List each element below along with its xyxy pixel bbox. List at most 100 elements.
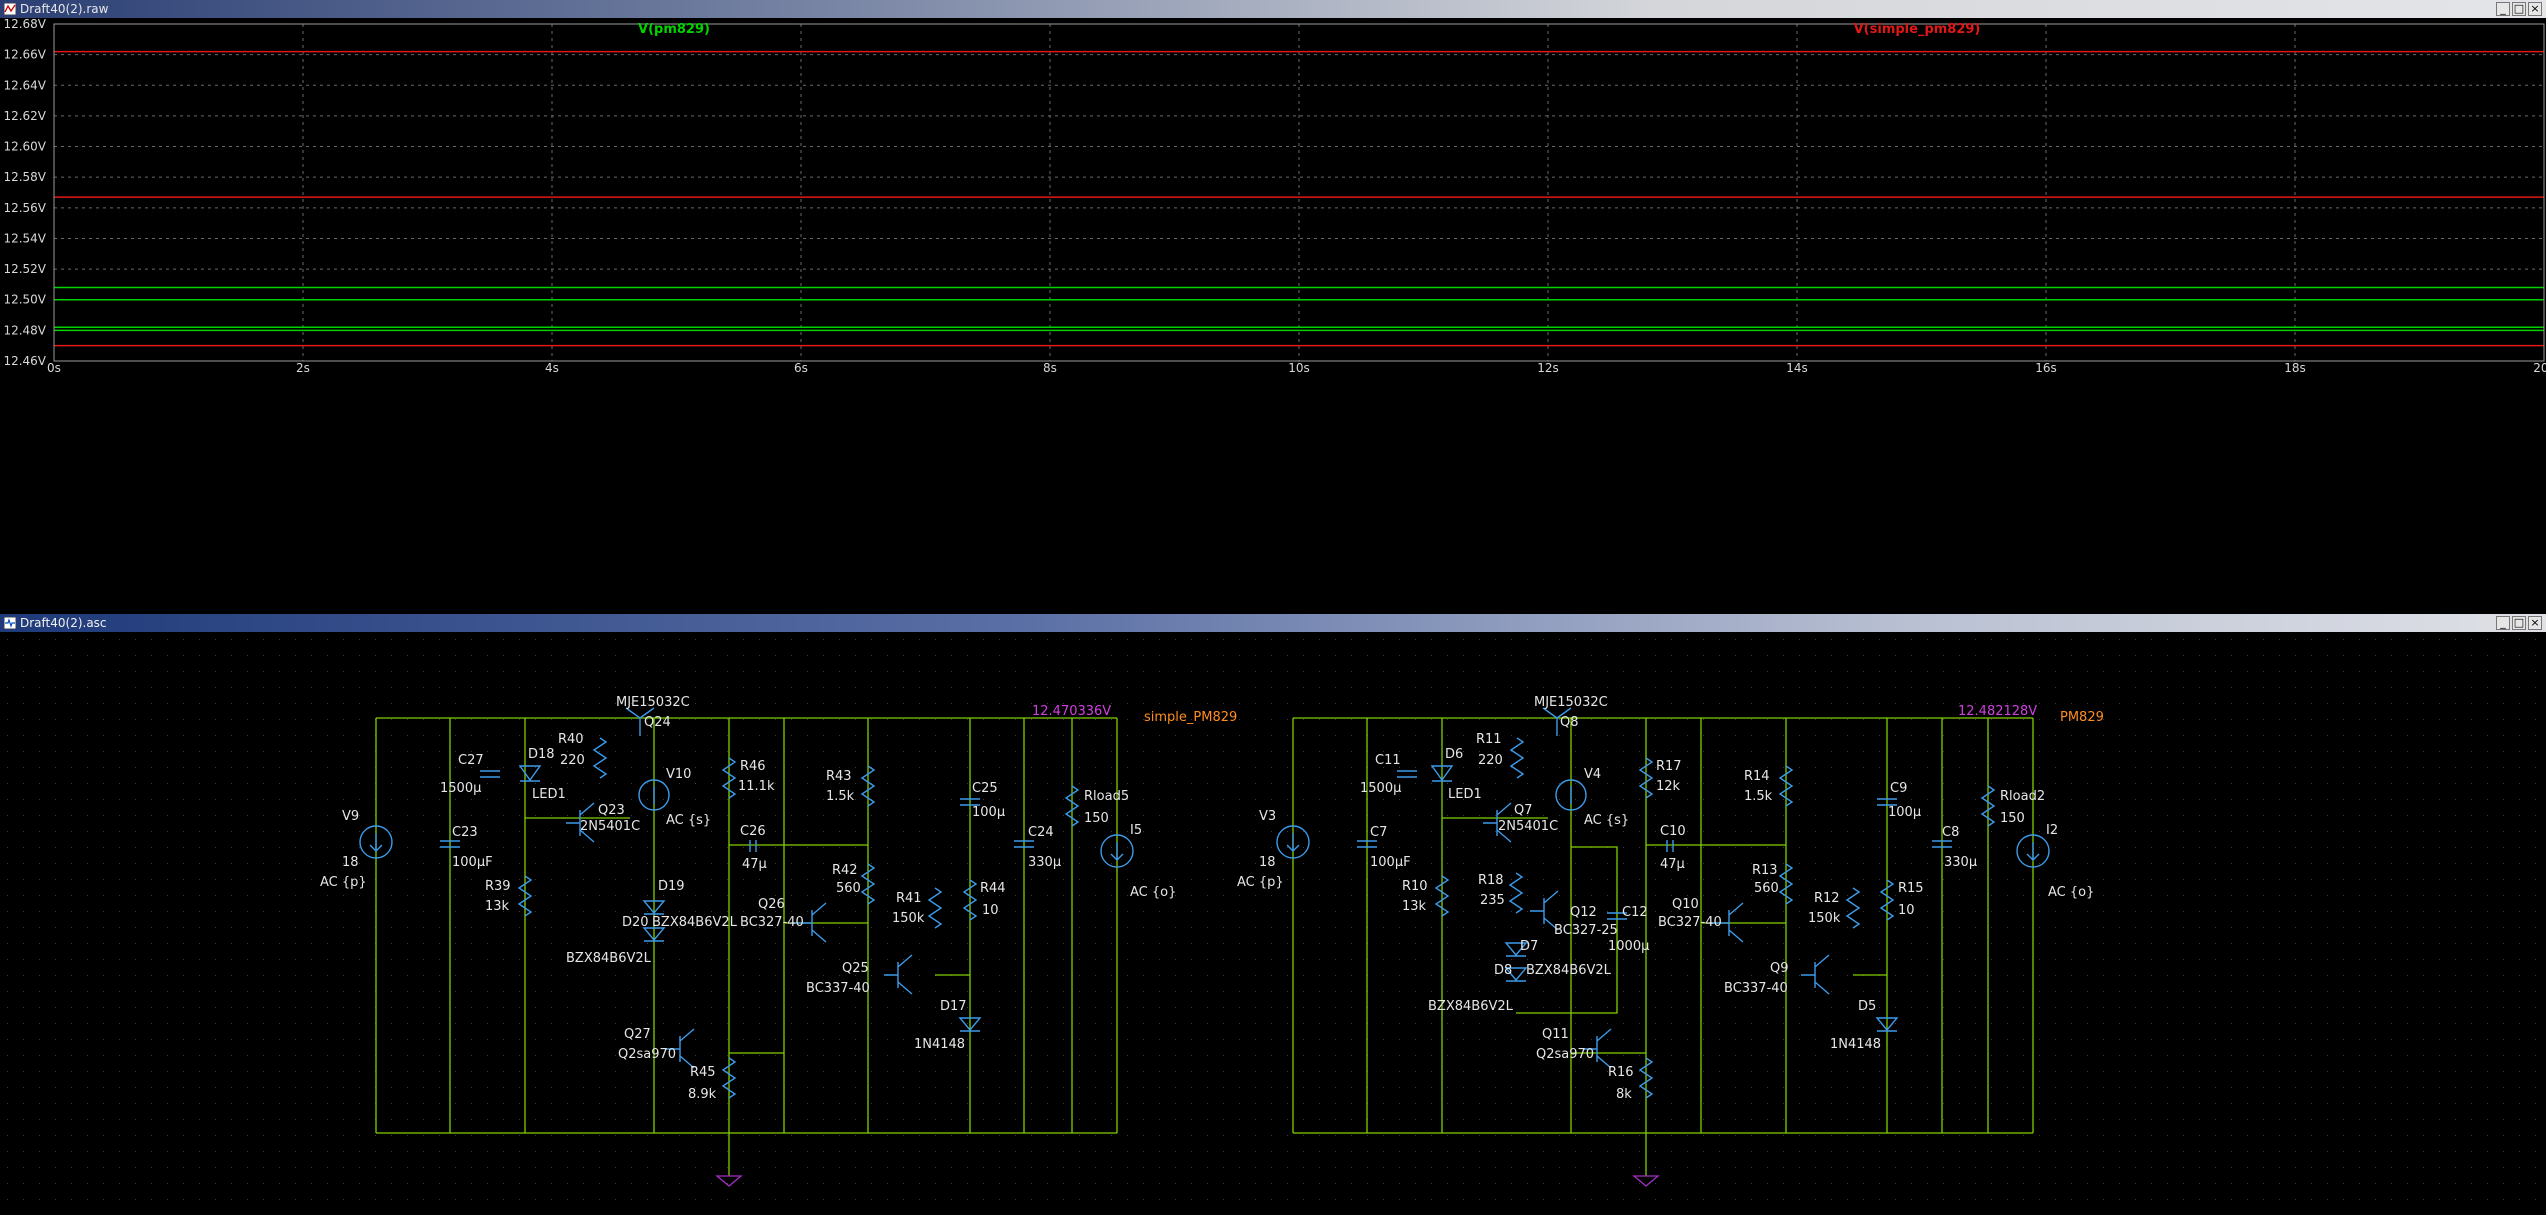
y-tick-label: 12.60V (3, 140, 46, 154)
svg-text:100μF: 100μF (1370, 855, 1411, 870)
y-tick-label: 12.54V (3, 231, 46, 245)
svg-text:R11: R11 (1476, 732, 1502, 747)
schematic-canvas[interactable]: 12.470336V simple_PM829 V9 18 AC {p} C23… (0, 632, 2546, 1215)
close-button[interactable]: × (2528, 2, 2542, 16)
svg-text:560: 560 (1754, 881, 1779, 896)
x-tick-label: 8s (1043, 361, 1057, 374)
svg-text:2N5401C: 2N5401C (1498, 819, 1558, 834)
svg-text:BC337-40: BC337-40 (806, 981, 870, 996)
y-tick-label: 12.50V (3, 293, 46, 307)
svg-text:8.9k: 8.9k (688, 1087, 717, 1102)
svg-text:220: 220 (560, 753, 585, 768)
svg-text:1N4148: 1N4148 (914, 1037, 965, 1052)
svg-text:12k: 12k (1656, 779, 1681, 794)
svg-text:150k: 150k (892, 911, 925, 926)
svg-text:C9: C9 (1890, 781, 1907, 796)
x-tick-label: 10s (1288, 361, 1310, 374)
maximize-button[interactable]: □ (2512, 616, 2526, 630)
svg-text:R44: R44 (980, 881, 1006, 896)
waveform-plot[interactable]: 0s 2s 4s 6s 8s 10s 12s 14s 16s 18s 20s 12.68V 12.66V… (0, 18, 2546, 374)
svg-text:C10: C10 (1660, 824, 1686, 839)
svg-text:47μ: 47μ (742, 857, 767, 872)
svg-text:13k: 13k (485, 899, 510, 914)
y-tick-label: 12.64V (3, 78, 46, 92)
minimize-button[interactable]: _ (2496, 616, 2510, 630)
svg-text:C8: C8 (1942, 825, 1959, 840)
svg-text:1000μ: 1000μ (1608, 939, 1649, 954)
svg-text:AC {o}: AC {o} (1130, 885, 1176, 900)
y-tick-label: 12.46V (3, 354, 46, 368)
x-tick-label: 12s (1537, 361, 1559, 374)
net-name-left: simple_PM829 (1144, 710, 1237, 725)
svg-text:BC327-40: BC327-40 (740, 915, 804, 930)
svg-text:R18: R18 (1478, 873, 1504, 888)
svg-text:AC {s}: AC {s} (1584, 813, 1629, 828)
svg-text:1500μ: 1500μ (440, 781, 481, 796)
svg-text:10: 10 (982, 903, 999, 918)
y-tick-label: 12.52V (3, 262, 46, 276)
svg-text:18: 18 (342, 855, 359, 870)
y-tick-label: 12.48V (3, 323, 46, 337)
svg-text:Q11: Q11 (1542, 1027, 1569, 1042)
svg-text:R39: R39 (485, 879, 511, 894)
svg-text:C7: C7 (1370, 825, 1387, 840)
svg-text:330μ: 330μ (1028, 855, 1061, 870)
svg-text:LED1: LED1 (1448, 787, 1482, 802)
svg-text:BZX84B6V2L: BZX84B6V2L (566, 951, 652, 966)
svg-text:LED1: LED1 (532, 787, 566, 802)
svg-text:BZX84B6V2L: BZX84B6V2L (652, 915, 738, 930)
y-tick-label: 12.56V (3, 201, 46, 215)
waveform-titlebar[interactable]: Draft40(2).raw _ □ × (0, 0, 2546, 18)
svg-text:D19: D19 (658, 879, 685, 894)
svg-text:Q8: Q8 (1560, 715, 1579, 730)
svg-text:18: 18 (1259, 855, 1276, 870)
waveform-window-title: Draft40(2).raw (20, 2, 109, 16)
svg-text:R12: R12 (1814, 891, 1840, 906)
svg-text:1.5k: 1.5k (826, 789, 855, 804)
svg-text:10: 10 (1898, 903, 1915, 918)
svg-text:I5: I5 (1130, 823, 1142, 838)
plot-axes: 0s 2s 4s 6s 8s 10s 12s 14s 16s 18s 20s 12.68V 12.66V… (3, 18, 2546, 374)
svg-text:AC {p}: AC {p} (320, 875, 367, 890)
svg-text:BC337-40: BC337-40 (1724, 981, 1788, 996)
svg-text:13k: 13k (1402, 899, 1427, 914)
minimize-button[interactable]: _ (2496, 2, 2510, 16)
svg-text:Q12: Q12 (1570, 905, 1597, 920)
x-tick-label: 18s (2284, 361, 2306, 374)
svg-text:C24: C24 (1028, 825, 1054, 840)
net-voltage-left: 12.470336V (1032, 704, 1111, 719)
trace-label-simple-pm829[interactable]: V(simple_pm829) (1854, 22, 1981, 37)
svg-text:C26: C26 (740, 824, 766, 839)
svg-text:R45: R45 (690, 1065, 716, 1080)
net-voltage-right: 12.482128V (1958, 704, 2037, 719)
schematic-window[interactable]: Draft40(2).asc _ □ × 12.470336V simple_P… (0, 614, 2546, 1215)
y-tick-label: 12.62V (3, 109, 46, 123)
svg-text:Q26: Q26 (758, 897, 785, 912)
svg-text:C12: C12 (1622, 905, 1648, 920)
svg-text:1N4148: 1N4148 (1830, 1037, 1881, 1052)
svg-text:V10: V10 (666, 767, 691, 782)
svg-text:150: 150 (2000, 811, 2025, 826)
svg-text:V3: V3 (1259, 809, 1276, 824)
svg-text:235: 235 (1480, 893, 1505, 908)
svg-text:Q25: Q25 (842, 961, 869, 976)
net-name-right: PM829 (2060, 710, 2104, 725)
close-button[interactable]: × (2528, 616, 2542, 630)
waveform-window[interactable]: Draft40(2).raw _ □ × 0s 2s 4s 6s 8s 10s 12s 14s… (0, 0, 2546, 374)
svg-text:C25: C25 (972, 781, 998, 796)
schematic-titlebar[interactable]: Draft40(2).asc _ □ × (0, 614, 2546, 632)
svg-text:Q23: Q23 (598, 803, 625, 818)
trace-label-pm829[interactable]: V(pm829) (638, 22, 710, 37)
svg-text:R43: R43 (826, 769, 852, 784)
svg-text:AC {s}: AC {s} (666, 813, 711, 828)
svg-text:150: 150 (1084, 811, 1109, 826)
svg-text:V9: V9 (342, 809, 359, 824)
svg-text:D6: D6 (1445, 747, 1463, 762)
svg-text:1500μ: 1500μ (1360, 781, 1401, 796)
schematic-grid (0, 632, 2546, 1215)
svg-text:Q24: Q24 (644, 715, 671, 730)
svg-text:R40: R40 (558, 732, 584, 747)
maximize-button[interactable]: □ (2512, 2, 2526, 16)
svg-text:Rload2: Rload2 (2000, 789, 2045, 804)
plot-grid (54, 24, 2544, 361)
